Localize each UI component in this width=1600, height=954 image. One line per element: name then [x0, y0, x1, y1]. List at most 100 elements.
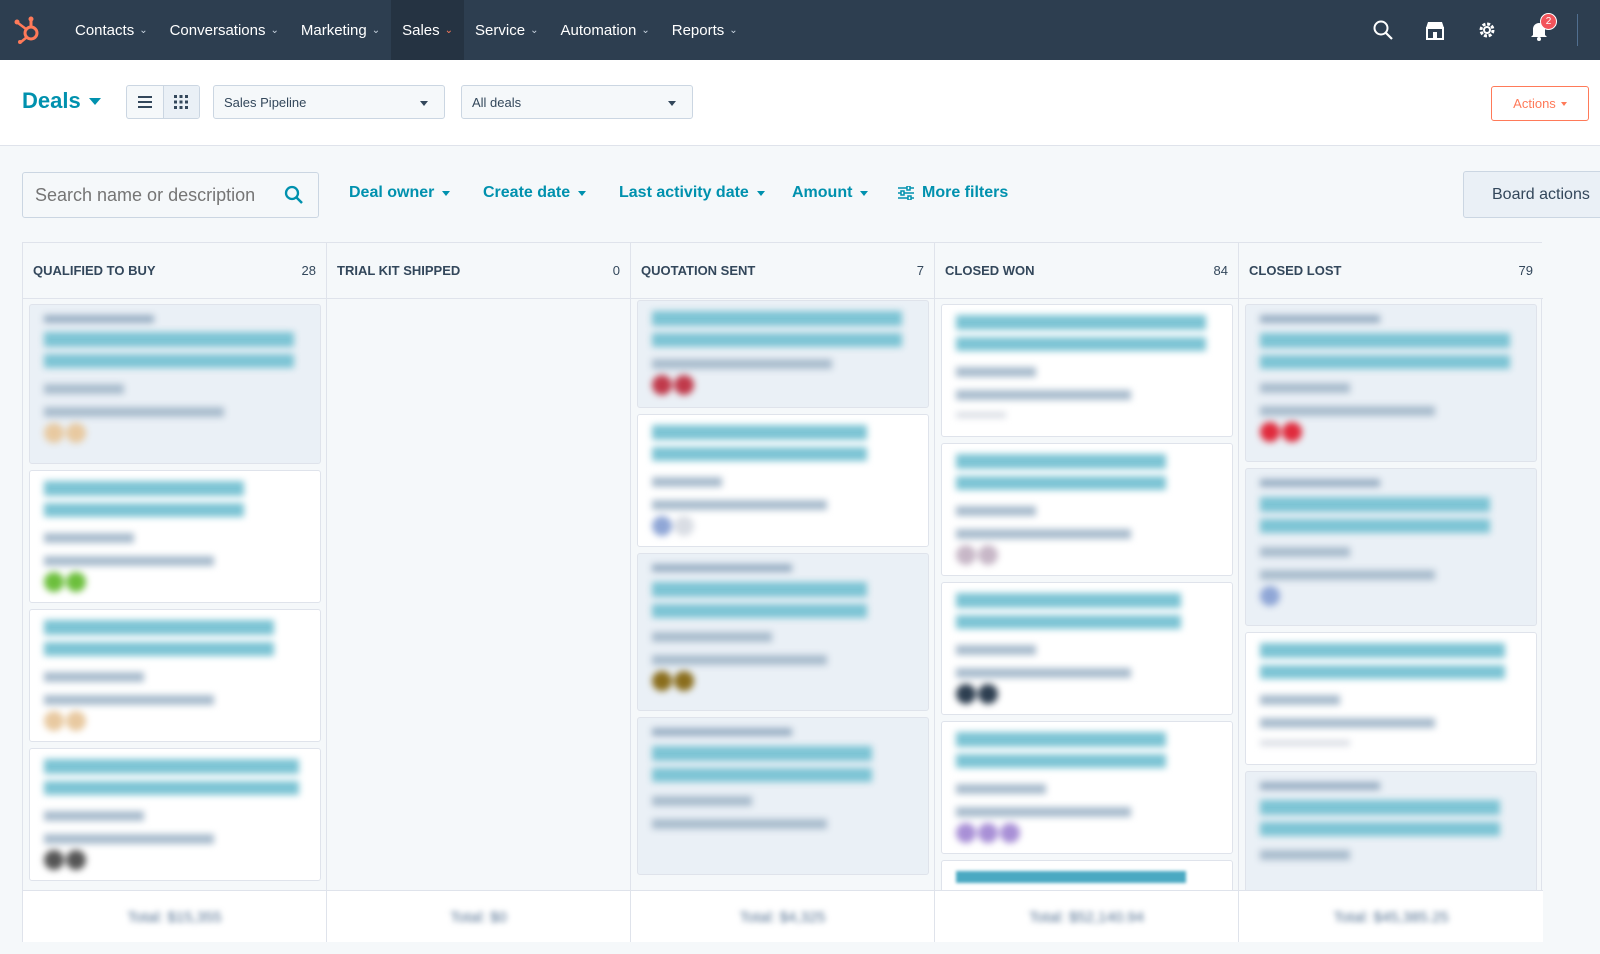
deal-card[interactable]	[1245, 771, 1537, 890]
card-title-placeholder	[1260, 333, 1510, 373]
card-avatars	[44, 423, 306, 447]
view-select[interactable]: All deals	[461, 85, 693, 119]
search-icon[interactable]	[1357, 0, 1409, 60]
card-line-placeholder	[956, 807, 1131, 817]
card-line-placeholder	[1260, 718, 1435, 728]
list-view-icon[interactable]	[127, 86, 163, 118]
card-line-placeholder	[1260, 570, 1435, 580]
column-header: CLOSED WON 84	[935, 243, 1238, 299]
deal-card[interactable]	[1245, 632, 1537, 765]
filter-label: Last activity date	[619, 184, 749, 201]
deal-card[interactable]	[941, 443, 1233, 576]
column-total-value: Total: $45,385.25	[1333, 908, 1449, 926]
nav-conversations[interactable]: Conversations ⌄	[159, 0, 290, 60]
deal-card[interactable]	[637, 414, 929, 547]
nav-reports[interactable]: Reports ⌄	[661, 0, 749, 60]
deal-card[interactable]	[637, 717, 929, 875]
sliders-icon	[898, 186, 914, 200]
avatar	[66, 711, 86, 731]
deal-card[interactable]	[941, 860, 1233, 890]
page-title[interactable]: Deals	[22, 88, 101, 114]
card-line-placeholder	[1260, 740, 1350, 746]
deal-card[interactable]	[1245, 468, 1537, 626]
deal-card[interactable]	[1245, 304, 1537, 462]
nav-label: Contacts	[75, 21, 135, 39]
column-total: Total: $15,355	[23, 890, 326, 943]
column-header: QUALIFIED TO BUY 28	[23, 243, 326, 299]
caret-down-icon	[668, 101, 676, 106]
gear-icon[interactable]	[1461, 0, 1513, 60]
avatar	[674, 375, 694, 395]
card-line-placeholder	[956, 390, 1131, 400]
blurred-card-content	[652, 425, 914, 540]
search-icon[interactable]	[284, 185, 304, 210]
nav-marketing[interactable]: Marketing ⌄	[290, 0, 391, 60]
card-line-placeholder	[652, 796, 752, 806]
nav-sales[interactable]: Sales ⌄	[391, 0, 465, 60]
card-avatars	[44, 572, 306, 596]
page-bottom-edge	[0, 942, 1600, 954]
notifications-bell-icon[interactable]: 2	[1513, 0, 1565, 60]
deal-card[interactable]	[941, 721, 1233, 854]
card-line-placeholder	[956, 668, 1131, 678]
search-input[interactable]	[35, 184, 275, 206]
avatar	[1000, 823, 1020, 843]
filter-label: Amount	[792, 184, 853, 201]
view-select-value: All deals	[472, 94, 522, 110]
pipeline-select[interactable]: Sales Pipeline	[213, 85, 445, 119]
card-title-placeholder	[652, 311, 902, 351]
deal-card[interactable]	[941, 582, 1233, 715]
card-meta-placeholder	[44, 315, 154, 323]
amount-filter[interactable]: Amount	[792, 184, 869, 202]
view-toggle	[126, 85, 200, 119]
card-title-placeholder	[1260, 643, 1505, 683]
more-filters-button[interactable]: More filters	[898, 184, 1008, 202]
deal-card[interactable]	[637, 553, 929, 711]
deal-card[interactable]	[941, 304, 1233, 437]
card-avatars	[956, 823, 1218, 847]
last-activity-date-filter[interactable]: Last activity date	[619, 184, 765, 202]
avatar	[978, 684, 998, 704]
card-line-placeholder	[956, 367, 1036, 377]
create-date-filter[interactable]: Create date	[483, 184, 587, 202]
column-total: Total: $45,385.25	[1239, 890, 1543, 943]
deal-card[interactable]	[29, 470, 321, 603]
column-total: Total: $4,325	[631, 890, 934, 943]
avatar	[956, 545, 976, 565]
card-line-placeholder	[44, 811, 144, 821]
nav-service[interactable]: Service ⌄	[464, 0, 549, 60]
avatar	[44, 423, 64, 443]
board-column-quotation-sent: QUOTATION SENT 7 Total: $4,325	[631, 243, 935, 943]
caret-down-icon	[1560, 101, 1567, 106]
chevron-down-icon: ⌄	[641, 24, 650, 36]
deal-card[interactable]	[29, 304, 321, 464]
deal-owner-filter[interactable]: Deal owner	[349, 184, 451, 202]
board-actions-button[interactable]: Board actions	[1463, 171, 1600, 218]
blurred-card-content	[956, 871, 1218, 883]
column-total-value: Total: $15,355	[127, 908, 222, 926]
card-line-placeholder	[956, 412, 1006, 418]
column-header: TRIAL KIT SHIPPED 0	[327, 243, 630, 299]
deal-card[interactable]	[29, 748, 321, 881]
hubspot-logo-icon[interactable]	[10, 13, 44, 47]
actions-button[interactable]: Actions	[1491, 86, 1589, 121]
blurred-card-content	[44, 481, 306, 596]
marketplace-icon[interactable]	[1409, 0, 1461, 60]
card-line-placeholder	[652, 819, 827, 829]
deal-card[interactable]	[29, 609, 321, 742]
card-title-placeholder	[44, 332, 294, 372]
nav-contacts[interactable]: Contacts ⌄	[64, 0, 159, 60]
card-title-placeholder	[956, 732, 1166, 772]
avatar	[1260, 586, 1280, 606]
nav-automation[interactable]: Automation ⌄	[549, 0, 660, 60]
board-view-icon[interactable]	[162, 86, 199, 118]
card-avatars	[44, 711, 306, 735]
card-meta-placeholder	[1260, 479, 1380, 487]
chevron-down-icon: ⌄	[530, 24, 539, 36]
chevron-down-icon: ⌄	[371, 24, 381, 36]
notifications-badge: 2	[1540, 13, 1557, 30]
avatar	[978, 545, 998, 565]
avatar	[674, 516, 694, 536]
deal-card[interactable]	[637, 300, 929, 408]
card-line-placeholder	[652, 477, 722, 487]
